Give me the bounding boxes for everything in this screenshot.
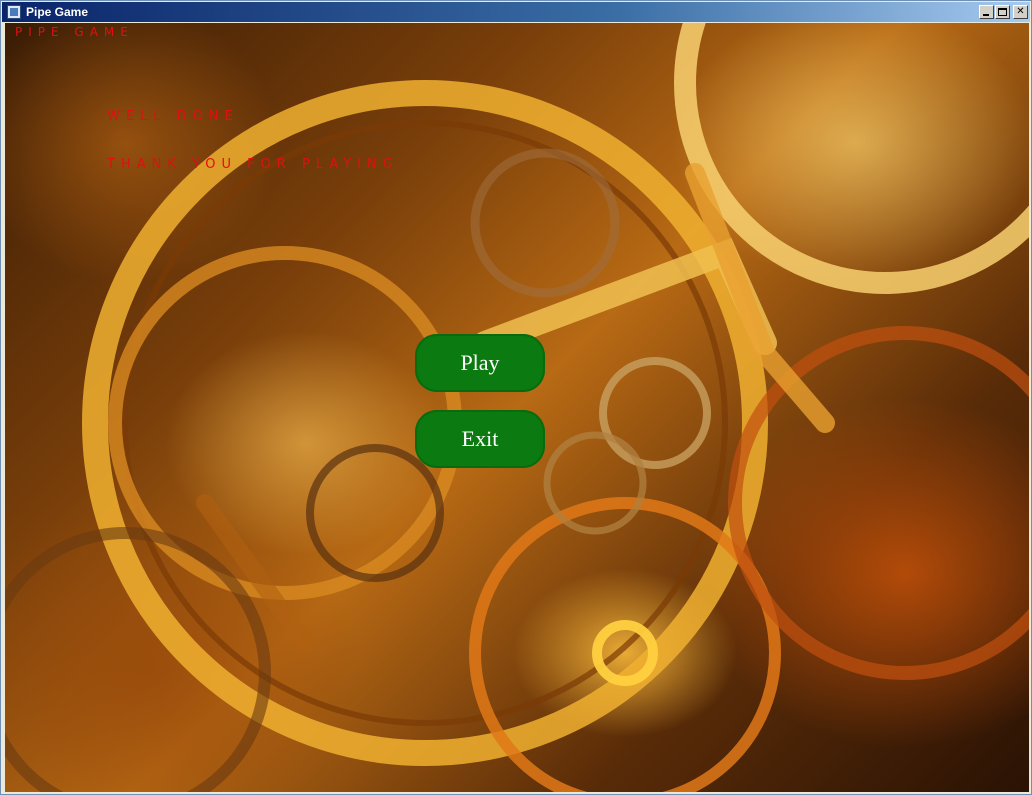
close-icon: ✕ <box>1016 6 1025 17</box>
minimize-button[interactable] <box>979 5 994 19</box>
app-icon <box>7 5 21 19</box>
title-bar[interactable]: Pipe Game ✕ <box>2 2 1030 22</box>
minimize-icon <box>983 14 989 16</box>
well-done-message: Well Done <box>107 109 239 124</box>
game-window: Pipe Game ✕ Pip <box>0 0 1032 795</box>
game-canvas: Pipe Game Well Done Thank You For Playin… <box>5 23 1029 792</box>
window-title: Pipe Game <box>26 5 89 19</box>
play-button[interactable]: Play <box>415 334 545 392</box>
game-title: Pipe Game <box>15 25 134 39</box>
maximize-icon <box>998 8 1007 16</box>
exit-button[interactable]: Exit <box>415 410 545 468</box>
close-button[interactable]: ✕ <box>1013 5 1028 19</box>
clockwork-background <box>5 23 1029 792</box>
thank-you-message: Thank You For Playing <box>107 157 399 172</box>
maximize-button[interactable] <box>995 5 1010 19</box>
